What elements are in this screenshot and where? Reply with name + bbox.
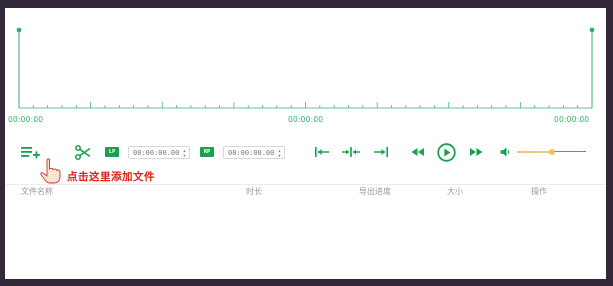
column-header-export-progress: 导出进度 <box>359 187 391 196</box>
scissors-icon[interactable] <box>75 145 91 160</box>
editor-panel: 00:00:00 00:00:00 00:00:00 点击这里添加文件 LP 0… <box>5 8 606 279</box>
lp-time-spinner[interactable]: ▲ ▼ <box>182 148 187 158</box>
timeline-ticks <box>18 102 593 108</box>
timeline-end-handle <box>589 27 595 33</box>
arrow-to-right-bar-icon[interactable] <box>373 146 389 158</box>
volume-icon[interactable] <box>500 147 511 157</box>
rp-time-spinner[interactable]: ▲ ▼ <box>277 148 282 158</box>
timeline-end-label: 00:00:00 <box>554 115 590 124</box>
timeline-start-handle <box>16 27 22 33</box>
timeline-start-label: 00:00:00 <box>8 115 44 124</box>
volume-slider-handle[interactable] <box>549 149 555 155</box>
timeline-mid-label: 00:00:00 <box>288 115 324 124</box>
volume-slider[interactable] <box>517 149 586 155</box>
hand-pointer-icon <box>40 158 61 184</box>
column-header-size: 大小 <box>447 187 463 196</box>
column-header-actions: 操作 <box>531 187 547 196</box>
arrow-to-left-bar-icon[interactable] <box>314 146 330 158</box>
playlist-add-icon[interactable] <box>21 146 41 160</box>
rp-badge[interactable]: RP <box>200 147 214 157</box>
column-header-filename: 文件名称 <box>21 187 53 196</box>
rp-time-input[interactable]: 00:00:00.00 ▲ ▼ <box>223 146 285 159</box>
volume-slider-fill <box>517 151 552 153</box>
volume-slider-track <box>552 151 586 152</box>
split-icon[interactable] <box>342 146 360 158</box>
lp-time-input[interactable]: 00:00:00.00 ▲ ▼ <box>128 146 190 159</box>
play-icon[interactable] <box>437 143 456 162</box>
column-header-duration: 时长 <box>246 187 262 196</box>
lp-badge[interactable]: LP <box>105 147 119 157</box>
timeline-ruler[interactable] <box>5 8 606 128</box>
rp-time-value: 00:00:00.00 <box>228 148 275 157</box>
rewind-icon[interactable] <box>411 147 425 157</box>
fast-forward-icon[interactable] <box>469 147 483 157</box>
add-file-hint[interactable]: 点击这里添加文件 <box>67 169 155 184</box>
toolbar-divider <box>5 184 606 185</box>
lp-time-value: 00:00:00.00 <box>133 148 180 157</box>
